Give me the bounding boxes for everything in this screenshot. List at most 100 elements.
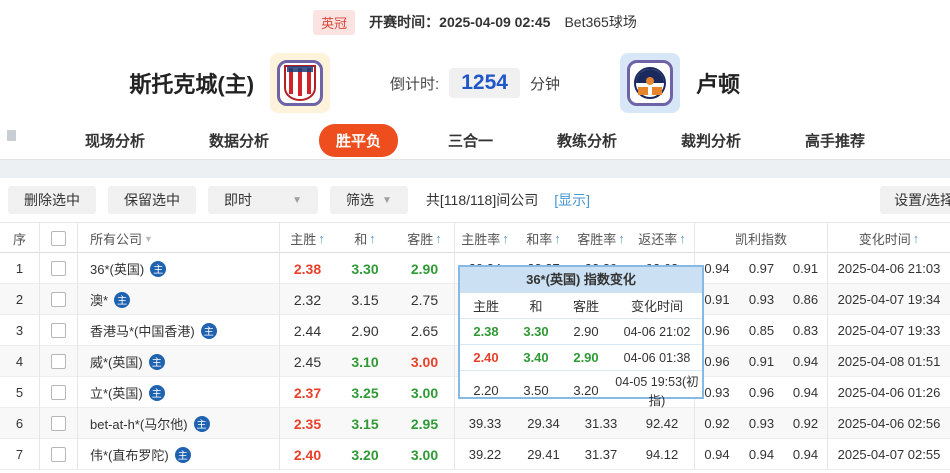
odds-cell: 3.15 xyxy=(351,291,379,308)
row-seq: 4 xyxy=(0,346,40,377)
nav-tabs: 现场分析 数据分析 胜平负 三合一 教练分析 裁判分析 高手推荐 xyxy=(0,122,950,160)
table-row: 7 伟*(直布罗陀) 主 2.40 3.20 3.00 39.22 29.41 31.37 94.… xyxy=(0,439,950,470)
kelly-cell: 0.93 xyxy=(748,292,775,307)
row-seq: 5 xyxy=(0,377,40,408)
sort-up-icon: ↑ xyxy=(502,231,509,246)
delete-selected-button[interactable]: 删除选中 xyxy=(8,186,96,214)
company-name: bet-at-h*(马尔他) xyxy=(90,417,188,432)
company-name: 36*(英国) xyxy=(90,262,145,277)
col-away-rate[interactable]: 客胜率 ↑ xyxy=(572,223,630,254)
tab-胜平负[interactable]: 胜平负 xyxy=(318,124,398,157)
odds-cell: 3.30 xyxy=(351,260,379,277)
row-checkbox[interactable] xyxy=(40,439,78,470)
popup-odds-cell: 2.38 xyxy=(473,324,499,339)
checkbox-icon xyxy=(51,261,66,276)
odds-cell: 2.90 xyxy=(395,253,455,284)
checkbox-icon xyxy=(51,354,66,369)
popup-col-1: 和 xyxy=(529,299,543,314)
stoke-shield-icon xyxy=(284,65,317,102)
col-draw[interactable]: 和 ↑ xyxy=(335,223,395,254)
odds-cell: 3.00 xyxy=(395,346,455,377)
toolbar: 删除选中 保留选中 即时 ▼ 筛选 ▼ 共[118/118]间公司 [显示] 设… xyxy=(0,178,950,222)
away-team-crest-icon xyxy=(619,53,680,113)
tab-裁判分析[interactable]: 裁判分析 xyxy=(667,124,755,157)
col-home-rate[interactable]: 主胜率 ↑ xyxy=(455,223,515,254)
change-time-cell: 2025-04-06 02:56 xyxy=(837,416,941,431)
col-away-win[interactable]: 客胜 ↑ xyxy=(395,223,455,254)
rate-cell: 29.34 xyxy=(527,416,560,431)
tab-教练分析[interactable]: 教练分析 xyxy=(543,124,631,157)
page: 英冠 开赛时间：2025-04-09 02:45 Bet365球场 斯托克城(主… xyxy=(0,0,950,473)
sort-up-icon: ↑ xyxy=(435,231,442,246)
company-cell[interactable]: 立*(英国) 主 xyxy=(78,377,280,408)
popup-row: 2.20 3.50 3.20 04-05 19:53(初指) xyxy=(460,371,702,408)
checkbox-icon xyxy=(51,231,66,246)
company-cell[interactable]: bet-at-h*(马尔他) 主 xyxy=(78,408,280,439)
company-cell[interactable]: 威*(英国) 主 xyxy=(78,346,280,377)
col-change-time[interactable]: 变化时间 ↑ xyxy=(828,223,950,254)
tab-三合一[interactable]: 三合一 xyxy=(434,124,507,157)
chevron-down-icon: ▼ xyxy=(292,194,302,206)
kelly-cell: 0.92 xyxy=(784,408,828,439)
instant-dropdown-label: 即时 xyxy=(224,192,252,208)
change-time-cell: 2025-04-06 21:03 xyxy=(837,261,941,276)
odds-cell: 2.75 xyxy=(395,284,455,315)
col-return-rate[interactable]: 返还率 ↑ xyxy=(630,223,695,254)
main-company-badge: 主 xyxy=(148,353,165,370)
row-checkbox[interactable] xyxy=(40,284,78,315)
popup-header-row: 主胜 和 客胜 变化时间 xyxy=(460,293,702,319)
filter-dropdown[interactable]: 筛选 ▼ xyxy=(330,186,408,214)
popup-body: 主胜 和 客胜 变化时间 2.38 3.30 2.90 04-06 21:02 2.40 3.40… xyxy=(460,293,702,408)
odds-cell: 3.25 xyxy=(351,384,379,401)
row-checkbox[interactable] xyxy=(40,408,78,439)
odds-cell: 2.65 xyxy=(395,315,455,346)
company-name: 立*(英国) xyxy=(90,386,143,401)
col-company[interactable]: 所有公司 ▼ xyxy=(78,223,280,254)
col-seq: 序 xyxy=(0,223,40,254)
popup-odds-cell: 2.20 xyxy=(473,382,499,398)
rate-cell: 31.33 xyxy=(584,416,618,431)
row-checkbox[interactable] xyxy=(40,377,78,408)
settings-select-button[interactable]: 设置/选择 xyxy=(880,186,950,214)
checkbox-icon xyxy=(51,323,66,338)
main-company-badge: 主 xyxy=(114,291,131,308)
odds-cell: 2.44 xyxy=(293,322,322,339)
popup-time-cell: 04-05 19:53(初指) xyxy=(615,375,699,408)
kickoff-label: 开赛时间： xyxy=(369,14,440,30)
company-name: 伟*(直布罗陀) xyxy=(90,448,169,463)
instant-dropdown[interactable]: 即时 ▼ xyxy=(208,186,318,214)
kelly-cell: 0.93 xyxy=(748,416,775,431)
row-checkbox[interactable] xyxy=(40,315,78,346)
col-home-win[interactable]: 主胜 ↑ xyxy=(280,223,335,254)
change-time-cell: 2025-04-07 19:33 xyxy=(837,323,941,338)
company-name: 香港马*(中国香港) xyxy=(90,324,195,339)
tab-数据分析[interactable]: 数据分析 xyxy=(195,124,283,157)
company-cell[interactable]: 36*(英国) 主 xyxy=(78,253,280,284)
row-checkbox[interactable] xyxy=(40,253,78,284)
tab-高手推荐[interactable]: 高手推荐 xyxy=(791,124,879,157)
col-company-label: 所有公司 xyxy=(90,232,143,247)
keep-selected-button[interactable]: 保留选中 xyxy=(108,186,196,214)
company-cell[interactable]: 澳* 主 xyxy=(78,284,280,315)
col-away-rate-label: 客胜率 xyxy=(577,232,617,247)
popup-col-3: 变化时间 xyxy=(630,299,683,314)
select-all-checkbox[interactable] xyxy=(40,223,78,254)
main-company-badge: 主 xyxy=(148,384,165,401)
main-company-badge: 主 xyxy=(150,260,167,277)
col-draw-rate[interactable]: 和率 ↑ xyxy=(515,223,572,254)
company-cell[interactable]: 伟*(直布罗陀) 主 xyxy=(78,439,280,470)
odds-cell: 3.00 xyxy=(395,439,455,470)
away-team-name: 卢顿 xyxy=(695,72,740,97)
odds-cell: 2.38 xyxy=(293,260,322,277)
col-change-time-label: 变化时间 xyxy=(858,232,911,247)
row-checkbox[interactable] xyxy=(40,346,78,377)
company-cell[interactable]: 香港马*(中国香港) 主 xyxy=(78,315,280,346)
table-row: 6 bet-at-h*(马尔他) 主 2.35 3.15 2.95 39.33 29.34 31… xyxy=(0,408,950,439)
show-link[interactable]: [显示] xyxy=(554,190,590,210)
kelly-cell: 0.94 xyxy=(784,439,828,470)
odds-cell: 2.40 xyxy=(293,446,322,463)
tab-现场分析[interactable]: 现场分析 xyxy=(71,124,159,157)
checkbox-icon xyxy=(51,292,66,307)
away-team: 卢顿 xyxy=(560,53,890,113)
popup-row: 2.40 3.40 2.90 04-06 01:38 xyxy=(460,345,702,371)
